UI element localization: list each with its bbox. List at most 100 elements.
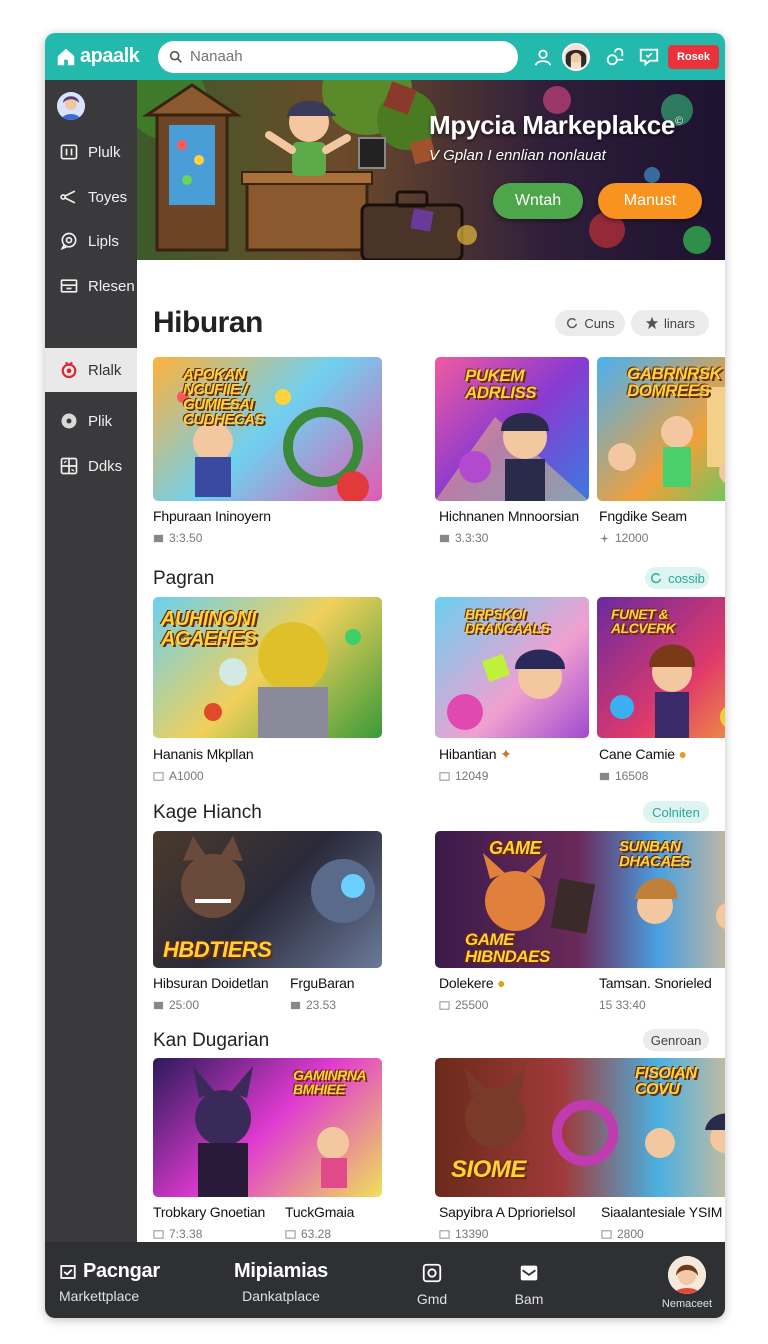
top-action-button[interactable]: Rosek [668, 44, 720, 69]
filter-pill-linars[interactable]: linars [631, 310, 709, 336]
user-icon[interactable] [530, 44, 556, 70]
game-meta: 7:3.38 [153, 1227, 202, 1241]
game-meta: 12000 [599, 531, 648, 545]
filter-pill-genroan[interactable]: Genroan [643, 1029, 709, 1051]
game-thumbnail: BRPSKOI DRANCAALS [435, 597, 589, 738]
bottom-nav-marketplace[interactable]: Pacngar Markettplace [59, 1260, 160, 1304]
bottom-nav-profile[interactable]: Nemaceet [655, 1256, 719, 1310]
sidebar-item-label: Plulk [88, 143, 121, 161]
target-icon [61, 361, 77, 379]
game-thumbnail: GAMINRNA BMHIEE [153, 1058, 382, 1197]
game-meta: 25:00 [153, 998, 199, 1012]
game-thumbnail: GABRNRSK DOMREES [597, 357, 725, 501]
image-icon [153, 1229, 164, 1239]
game-title: Fhpuraan Ininoyern [153, 508, 271, 524]
refresh-icon [651, 573, 662, 584]
game-thumbnail: PUKEM ADRLISS [435, 357, 589, 501]
image-icon [290, 1001, 301, 1009]
sidebar-item-label: Ddks [88, 457, 123, 475]
section-title: Pagran [153, 568, 215, 589]
main-content: Hiburan Cuns linars APOKAN NCUFIIE / GUM… [137, 260, 725, 1242]
storefront-icon [60, 1264, 76, 1279]
image-icon [153, 1001, 164, 1009]
message-icon[interactable] [636, 44, 662, 70]
game-title: Hibantian ✦ [439, 746, 512, 762]
bottom-nav-mipiamias[interactable]: Mipiamias Dankatplace [234, 1260, 328, 1304]
sidebar-item-ddks[interactable]: Ddks [45, 444, 137, 488]
sidebar-avatar[interactable] [57, 92, 85, 120]
camera-icon [422, 1263, 442, 1283]
game-meta: A1000 [153, 769, 204, 783]
refresh-icon [567, 318, 578, 329]
game-art-label: GAME [489, 838, 542, 858]
logo[interactable]: apaalk [55, 45, 147, 68]
search-input[interactable] [190, 48, 490, 65]
sidebar: Plulk Toyes Lipls Rlesen Rlalk Plik Ddks [45, 80, 137, 1242]
mail-icon [520, 1265, 538, 1281]
section-title: Hiburan [153, 306, 263, 339]
filter-pill-cossib[interactable]: cossib [645, 567, 709, 589]
image-icon [439, 1000, 450, 1010]
apps-icon [60, 457, 78, 475]
hero-primary-button[interactable]: Wntah [493, 183, 583, 219]
game-meta: 16508 [599, 769, 648, 783]
image-icon [599, 772, 610, 780]
app-window: apaalk Rosek Plulk Toyes [45, 33, 725, 1318]
logo-text: apaalk [80, 45, 140, 67]
hero-secondary-button[interactable]: Manust [598, 183, 702, 219]
hero-subtitle: V Gplan I ennlian nonlauat [429, 147, 606, 164]
disc-icon [61, 413, 77, 429]
sidebar-item-label: Toyes [88, 188, 128, 206]
game-meta: 15 33:40 [599, 998, 646, 1012]
search-icon [169, 50, 182, 63]
top-bar: apaalk Rosek [45, 33, 725, 80]
bottom-nav-gmd[interactable]: Gmd [411, 1262, 453, 1307]
game-title: TuckGmaia [285, 1204, 355, 1220]
game-thumbnail: GAME GAME HIBNDAES SUNBAN DHACAES [435, 831, 725, 968]
sidebar-item-label: Rlalk [88, 361, 122, 379]
shopping-bag-icon[interactable] [602, 44, 628, 70]
hero-illustration [137, 80, 711, 260]
sidebar-item-toyes[interactable]: Toyes [45, 175, 137, 219]
sidebar-item-plulk[interactable]: Plulk [45, 130, 137, 174]
image-icon [601, 1229, 612, 1239]
section-title: Kan Dugarian [153, 1030, 270, 1051]
image-icon [439, 771, 450, 781]
section-title: Kage Hianch [153, 802, 262, 823]
game-title: Tamsan. Snorieled [599, 975, 712, 991]
game-meta: 13390 [439, 1227, 488, 1241]
game-meta: 2800 [601, 1227, 644, 1241]
sidebar-item-rlesen[interactable]: Rlesen [45, 264, 137, 308]
home-icon [57, 48, 75, 65]
filter-pill-cuns[interactable]: Cuns [555, 310, 625, 336]
game-title: Dolekere ● [439, 975, 506, 991]
image-icon [439, 534, 450, 542]
game-meta: 12049 [439, 769, 488, 783]
search-box[interactable] [158, 40, 518, 73]
hero-title: Mpycia Markeplakce© [429, 110, 683, 140]
game-thumbnail: AUHINONI AGAEHES [153, 597, 382, 738]
sidebar-item-plik[interactable]: Plik [45, 399, 137, 443]
sidebar-item-label: Plik [88, 412, 113, 430]
avatar[interactable] [562, 42, 590, 71]
game-title: Trobkary Gnoetian [153, 1204, 266, 1220]
filter-pill-colniten[interactable]: Colniten [643, 801, 709, 823]
sidebar-item-rlalk[interactable]: Rlalk [45, 348, 137, 392]
game-meta: 63.28 [285, 1227, 331, 1241]
sidebar-item-lipls[interactable]: Lipls [45, 219, 137, 263]
game-meta: 25500 [439, 998, 488, 1012]
hero-banner: Mpycia Markeplakce© V Gplan I ennlian no… [137, 80, 725, 260]
game-title: Hananis Mkpllan [153, 746, 254, 762]
sparkle-icon [599, 533, 610, 543]
game-title: FrguBaran [290, 975, 355, 991]
game-meta: 3:3.50 [153, 531, 202, 545]
image-icon [439, 1229, 450, 1239]
game-thumbnail: SIOME FISOIAN COVU [435, 1058, 725, 1197]
profile-avatar [668, 1256, 706, 1294]
bottom-navigation: Pacngar Markettplace Mipiamias Dankatpla… [45, 1242, 725, 1318]
share-icon [60, 190, 76, 204]
star-icon [645, 316, 659, 330]
game-title: Sapyibra A Dpriorielsol [439, 1204, 576, 1220]
bottom-nav-bam[interactable]: Bam [509, 1262, 549, 1307]
game-thumbnail: APOKAN NCUFIIE / GUMIESAI CUDHECAS [153, 357, 382, 501]
